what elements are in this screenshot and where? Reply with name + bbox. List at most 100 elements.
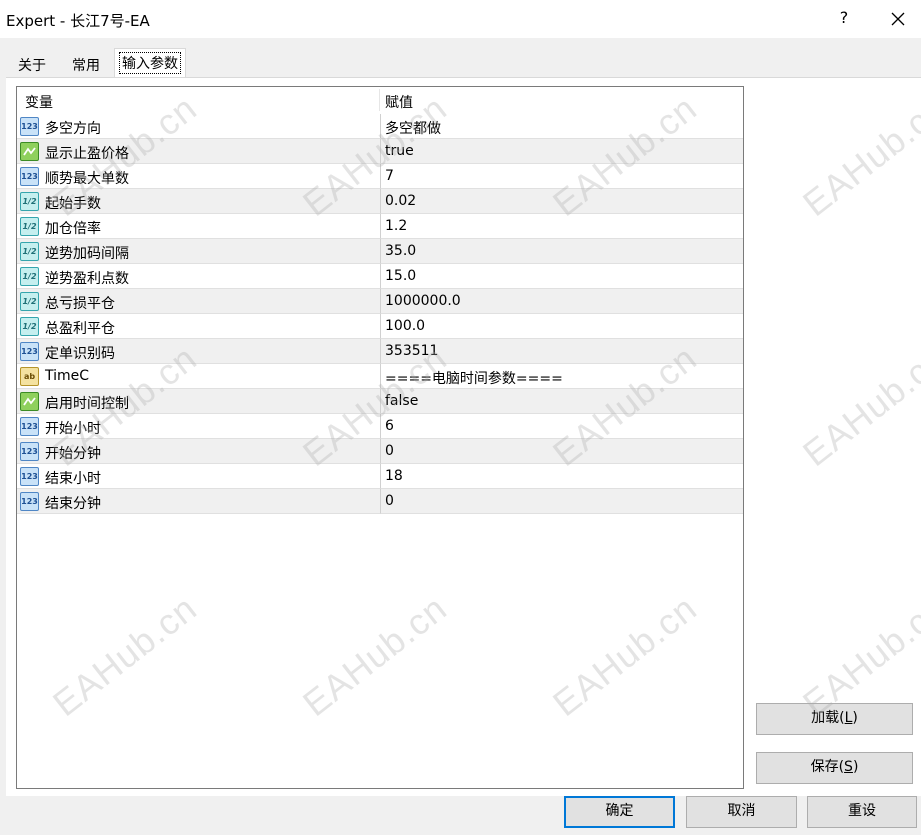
table-row[interactable]: 1/2 总亏损平仓 1000000.0	[17, 289, 743, 314]
load-label: 加载(	[811, 710, 845, 726]
variable-value: 7	[385, 168, 394, 184]
table-row[interactable]: 123 结束小时 18	[17, 464, 743, 489]
double-type-icon: 1/2	[20, 242, 39, 261]
tab-common[interactable]: 常用	[58, 52, 114, 76]
load-label-end: )	[852, 710, 858, 726]
boolean-type-icon	[20, 142, 39, 161]
value-cell[interactable]: 18	[380, 464, 743, 489]
value-cell[interactable]: 35.0	[380, 239, 743, 264]
variable-cell[interactable]: 启用时间控制	[17, 389, 380, 414]
value-cell[interactable]: 0.02	[380, 189, 743, 214]
table-row[interactable]: 123 结束分钟 0	[17, 489, 743, 514]
variable-cell[interactable]: 1/2 起始手数	[17, 189, 380, 214]
table-row[interactable]: 1/2 逆势加码间隔 35.0	[17, 239, 743, 264]
table-row[interactable]: 1/2 总盈利平仓 100.0	[17, 314, 743, 339]
variable-cell[interactable]: ab TimeC	[17, 364, 380, 389]
table-row[interactable]: 1/2 加仓倍率 1.2	[17, 214, 743, 239]
variable-name: 加仓倍率	[45, 221, 101, 237]
table-row[interactable]: 启用时间控制 false	[17, 389, 743, 414]
tab-about[interactable]: 关于	[6, 52, 58, 76]
parameters-grid: 变量 赋值 123 多空方向 多空都做 显示止盈价格 true 123 顺势最大单数 7 1/2…	[16, 86, 744, 789]
value-cell[interactable]: 15.0	[380, 264, 743, 289]
value-cell[interactable]: 1.2	[380, 214, 743, 239]
table-row[interactable]: 123 顺势最大单数 7	[17, 164, 743, 189]
variable-name: 开始小时	[45, 421, 101, 437]
variable-value: 35.0	[385, 243, 417, 259]
value-cell[interactable]: false	[380, 389, 743, 414]
variable-value: 0	[385, 493, 394, 509]
tab-inputs-label: 输入参数	[119, 52, 181, 74]
value-cell[interactable]: 1000000.0	[380, 289, 743, 314]
variable-cell[interactable]: 1/2 逆势盈利点数	[17, 264, 380, 289]
variable-value: false	[385, 393, 419, 409]
save-button[interactable]: 保存(S)	[756, 752, 913, 784]
value-cell[interactable]: 7	[380, 164, 743, 189]
variable-cell[interactable]: 1/2 逆势加码间隔	[17, 239, 380, 264]
variable-name: 定单识别码	[45, 346, 115, 362]
load-button[interactable]: 加载(L)	[756, 703, 913, 735]
variable-name: 总盈利平仓	[45, 321, 115, 337]
variable-cell[interactable]: 1/2 加仓倍率	[17, 214, 380, 239]
variable-cell[interactable]: 123 多空方向	[17, 114, 380, 139]
value-cell[interactable]: ====电脑时间参数====	[380, 364, 743, 389]
string-type-icon: ab	[20, 367, 39, 386]
double-type-icon: 1/2	[20, 217, 39, 236]
table-row[interactable]: 123 开始分钟 0	[17, 439, 743, 464]
save-label-end: )	[852, 759, 859, 775]
variable-value: 100.0	[385, 318, 426, 334]
table-row[interactable]: 123 多空方向 多空都做	[17, 114, 743, 139]
double-type-icon: 1/2	[20, 192, 39, 211]
header-variable[interactable]: 变量	[25, 92, 53, 112]
variable-value: 0.02	[385, 193, 417, 209]
ok-button[interactable]: 确定	[564, 796, 675, 828]
double-type-icon: 1/2	[20, 267, 39, 286]
grid-header: 变量 赋值	[17, 87, 743, 114]
value-cell[interactable]: 多空都做	[380, 114, 743, 139]
value-cell[interactable]: 353511	[380, 339, 743, 364]
variable-cell[interactable]: 显示止盈价格	[17, 139, 380, 164]
variable-cell[interactable]: 123 开始分钟	[17, 439, 380, 464]
variable-name: 顺势最大单数	[45, 171, 129, 187]
tab-strip: 关于 常用 输入参数	[0, 38, 921, 78]
save-hotkey: S	[844, 759, 853, 775]
variable-cell[interactable]: 1/2 总盈利平仓	[17, 314, 380, 339]
table-row[interactable]: 1/2 逆势盈利点数 15.0	[17, 264, 743, 289]
integer-type-icon: 123	[20, 117, 39, 136]
cancel-button[interactable]: 取消	[686, 796, 797, 828]
tab-inputs[interactable]: 输入参数	[114, 48, 186, 77]
table-row[interactable]: 123 开始小时 6	[17, 414, 743, 439]
variable-name: 开始分钟	[45, 446, 101, 462]
reset-button[interactable]: 重设	[807, 796, 917, 828]
variable-name: 总亏损平仓	[45, 296, 115, 312]
boolean-type-icon	[20, 392, 39, 411]
variable-name: 多空方向	[45, 121, 101, 137]
value-cell[interactable]: 6	[380, 414, 743, 439]
variable-value: true	[385, 143, 414, 159]
variable-cell[interactable]: 123 结束小时	[17, 464, 380, 489]
variable-cell[interactable]: 123 结束分钟	[17, 489, 380, 514]
integer-type-icon: 123	[20, 492, 39, 511]
variable-cell[interactable]: 123 定单识别码	[17, 339, 380, 364]
variable-name: 显示止盈价格	[45, 146, 129, 162]
value-cell[interactable]: 0	[380, 439, 743, 464]
variable-value: 多空都做	[385, 121, 441, 137]
table-row[interactable]: 显示止盈价格 true	[17, 139, 743, 164]
value-cell[interactable]: 100.0	[380, 314, 743, 339]
window-title: Expert - 长江7号-EA	[6, 12, 150, 30]
value-cell[interactable]: true	[380, 139, 743, 164]
double-type-icon: 1/2	[20, 292, 39, 311]
variable-name: 起始手数	[45, 196, 101, 212]
variable-cell[interactable]: 123 顺势最大单数	[17, 164, 380, 189]
value-cell[interactable]: 0	[380, 489, 743, 514]
table-row[interactable]: ab TimeC ====电脑时间参数====	[17, 364, 743, 389]
integer-type-icon: 123	[20, 342, 39, 361]
table-row[interactable]: 123 定单识别码 353511	[17, 339, 743, 364]
table-row[interactable]: 1/2 起始手数 0.02	[17, 189, 743, 214]
variable-name: 启用时间控制	[45, 396, 129, 412]
variable-value: 0	[385, 443, 394, 459]
variable-cell[interactable]: 123 开始小时	[17, 414, 380, 439]
variable-cell[interactable]: 1/2 总亏损平仓	[17, 289, 380, 314]
close-icon[interactable]	[886, 7, 910, 31]
help-icon[interactable]: ?	[834, 8, 854, 30]
header-value[interactable]: 赋值	[385, 92, 413, 112]
